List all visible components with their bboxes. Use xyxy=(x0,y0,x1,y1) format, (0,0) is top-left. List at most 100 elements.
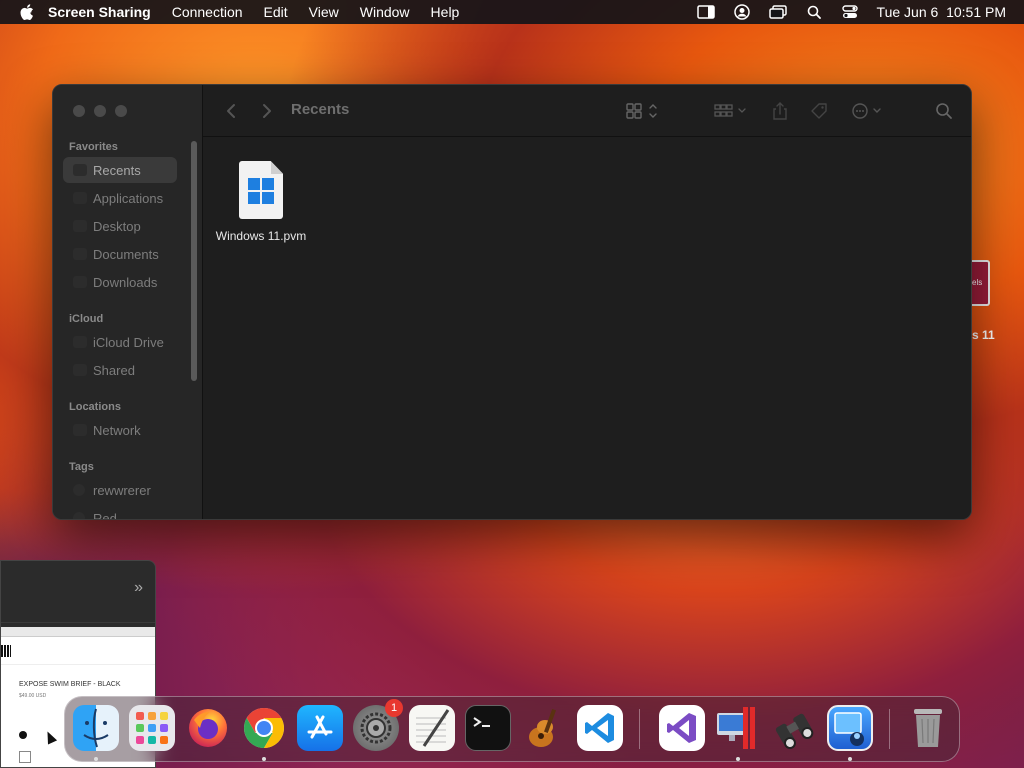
sidebar-item-applications[interactable]: Applications xyxy=(63,185,177,211)
sidebar-item-label: Downloads xyxy=(93,274,158,290)
file-item[interactable]: Windows 11.pvm xyxy=(213,161,309,243)
apple-menu-icon[interactable] xyxy=(20,4,34,20)
group-by-button[interactable] xyxy=(711,99,751,123)
sidebar-item-label: Applications xyxy=(93,190,164,206)
chrome-icon xyxy=(244,708,284,748)
textedit-icon xyxy=(416,709,450,747)
applications-icon xyxy=(73,192,87,204)
shared-folder-icon xyxy=(73,364,87,376)
dock-screen-sharing[interactable] xyxy=(827,705,873,751)
dock-separator xyxy=(639,709,640,749)
spotlight-search-icon[interactable] xyxy=(805,4,823,20)
dock-parallels[interactable] xyxy=(715,705,761,751)
app-store-icon xyxy=(307,715,333,739)
dock-app-store[interactable] xyxy=(297,705,343,751)
sidebar-item-network[interactable]: Network xyxy=(63,417,177,443)
dock-finder[interactable] xyxy=(73,705,119,751)
tag-dot-icon xyxy=(73,484,85,496)
close-window-button[interactable] xyxy=(73,105,85,117)
sidebar-item-label: Documents xyxy=(93,246,159,262)
dock-vscode[interactable] xyxy=(577,705,623,751)
dock-binoculars[interactable] xyxy=(771,705,817,751)
dock-visual-studio[interactable] xyxy=(659,705,705,751)
menu-edit[interactable]: Edit xyxy=(264,4,288,20)
window-controls xyxy=(73,105,127,117)
menu-help[interactable]: Help xyxy=(431,4,460,20)
sidebar-toggle-icon[interactable] xyxy=(696,4,715,20)
color-swatch xyxy=(19,731,27,739)
thumbnail-product-title: EXPOSE SWIM BRIEF - BLACK xyxy=(19,681,121,688)
zoom-window-button[interactable] xyxy=(115,105,127,117)
terminal-icon xyxy=(473,717,490,727)
dock-chrome[interactable] xyxy=(241,705,287,751)
dock-system-settings[interactable]: 1 xyxy=(353,699,403,751)
finder-window: Favorites Recents Applications Desktop D… xyxy=(52,84,972,520)
menu-view[interactable]: View xyxy=(309,4,339,20)
finder-sidebar: Favorites Recents Applications Desktop D… xyxy=(53,85,203,519)
double-chevron-right-icon[interactable]: » xyxy=(134,579,143,597)
page-fold xyxy=(271,161,283,174)
sidebar-item-label: Desktop xyxy=(93,218,141,234)
desktop-file-icon[interactable]: els xyxy=(972,260,990,306)
sidebar-header-favorites: Favorites xyxy=(69,141,118,153)
more-actions-button[interactable] xyxy=(849,99,889,123)
dock-launchpad[interactable] xyxy=(129,705,175,751)
menu-window[interactable]: Window xyxy=(360,4,410,20)
windows-file-icon xyxy=(239,161,283,219)
desktop-file-label[interactable]: s 11 xyxy=(972,328,995,342)
menu-app-name[interactable]: Screen Sharing xyxy=(48,4,151,20)
share-icon[interactable] xyxy=(769,99,791,123)
running-indicator xyxy=(262,757,266,761)
cloud-icon xyxy=(73,336,87,348)
finder-content: Windows 11.pvm xyxy=(203,137,971,519)
finder-toolbar: Recents xyxy=(203,85,971,137)
thumbnail-browser-bar xyxy=(1,627,155,637)
window-title: Recents xyxy=(291,101,350,118)
menu-connection[interactable]: Connection xyxy=(172,4,243,20)
running-indicator xyxy=(736,757,740,761)
sidebar-scrollbar[interactable] xyxy=(191,141,197,381)
binoculars-icon xyxy=(775,713,814,750)
launchpad-icon xyxy=(136,712,168,744)
dock-garageband[interactable] xyxy=(521,705,567,751)
screen-mirroring-icon[interactable] xyxy=(768,4,787,20)
dock-firefox[interactable] xyxy=(185,705,231,751)
sidebar-item-downloads[interactable]: Downloads xyxy=(63,269,177,295)
dock: 1 xyxy=(64,696,960,762)
view-mode-button[interactable] xyxy=(623,99,663,123)
clock-icon xyxy=(73,164,87,176)
sidebar-item-label: rewwrerer xyxy=(93,482,151,498)
menu-clock[interactable]: Tue Jun 6 10:51 PM xyxy=(877,4,1006,20)
site-logo-icon xyxy=(1,645,11,657)
screen-sharing-icon xyxy=(834,712,864,746)
file-name: Windows 11.pvm xyxy=(215,229,307,243)
search-icon[interactable] xyxy=(933,99,955,123)
sidebar-item-tag-rewwrerer[interactable]: rewwrerer xyxy=(63,477,177,503)
download-icon xyxy=(73,276,87,288)
sidebar-item-recents[interactable]: Recents xyxy=(63,157,177,183)
tag-icon[interactable] xyxy=(807,99,831,123)
dock-terminal[interactable] xyxy=(465,705,511,751)
control-center-icon[interactable] xyxy=(841,4,859,20)
mouse-cursor-icon xyxy=(42,729,58,745)
sidebar-item-documents[interactable]: Documents xyxy=(63,241,177,267)
sidebar-item-desktop[interactable]: Desktop xyxy=(63,213,177,239)
thumbnail-site-nav xyxy=(1,637,155,665)
notification-badge: 1 xyxy=(385,699,403,717)
globe-icon xyxy=(73,424,87,436)
dock-textedit[interactable] xyxy=(409,705,455,751)
user-account-icon[interactable] xyxy=(733,4,751,20)
forward-button[interactable] xyxy=(257,99,277,123)
firefox-icon xyxy=(189,709,227,747)
thumbnail-product-price: $49.00 USD xyxy=(19,693,47,699)
sidebar-item-shared[interactable]: Shared xyxy=(63,357,177,383)
sidebar-item-icloud-drive[interactable]: iCloud Drive xyxy=(63,329,177,355)
running-indicator xyxy=(94,757,98,761)
sidebar-item-label: Shared xyxy=(93,362,135,378)
back-button[interactable] xyxy=(221,99,241,123)
minimize-window-button[interactable] xyxy=(94,105,106,117)
sidebar-header-tags: Tags xyxy=(69,461,94,473)
sidebar-item-label: iCloud Drive xyxy=(93,334,164,350)
dock-trash[interactable] xyxy=(905,705,951,751)
sidebar-item-tag-red[interactable]: Red xyxy=(63,505,177,519)
